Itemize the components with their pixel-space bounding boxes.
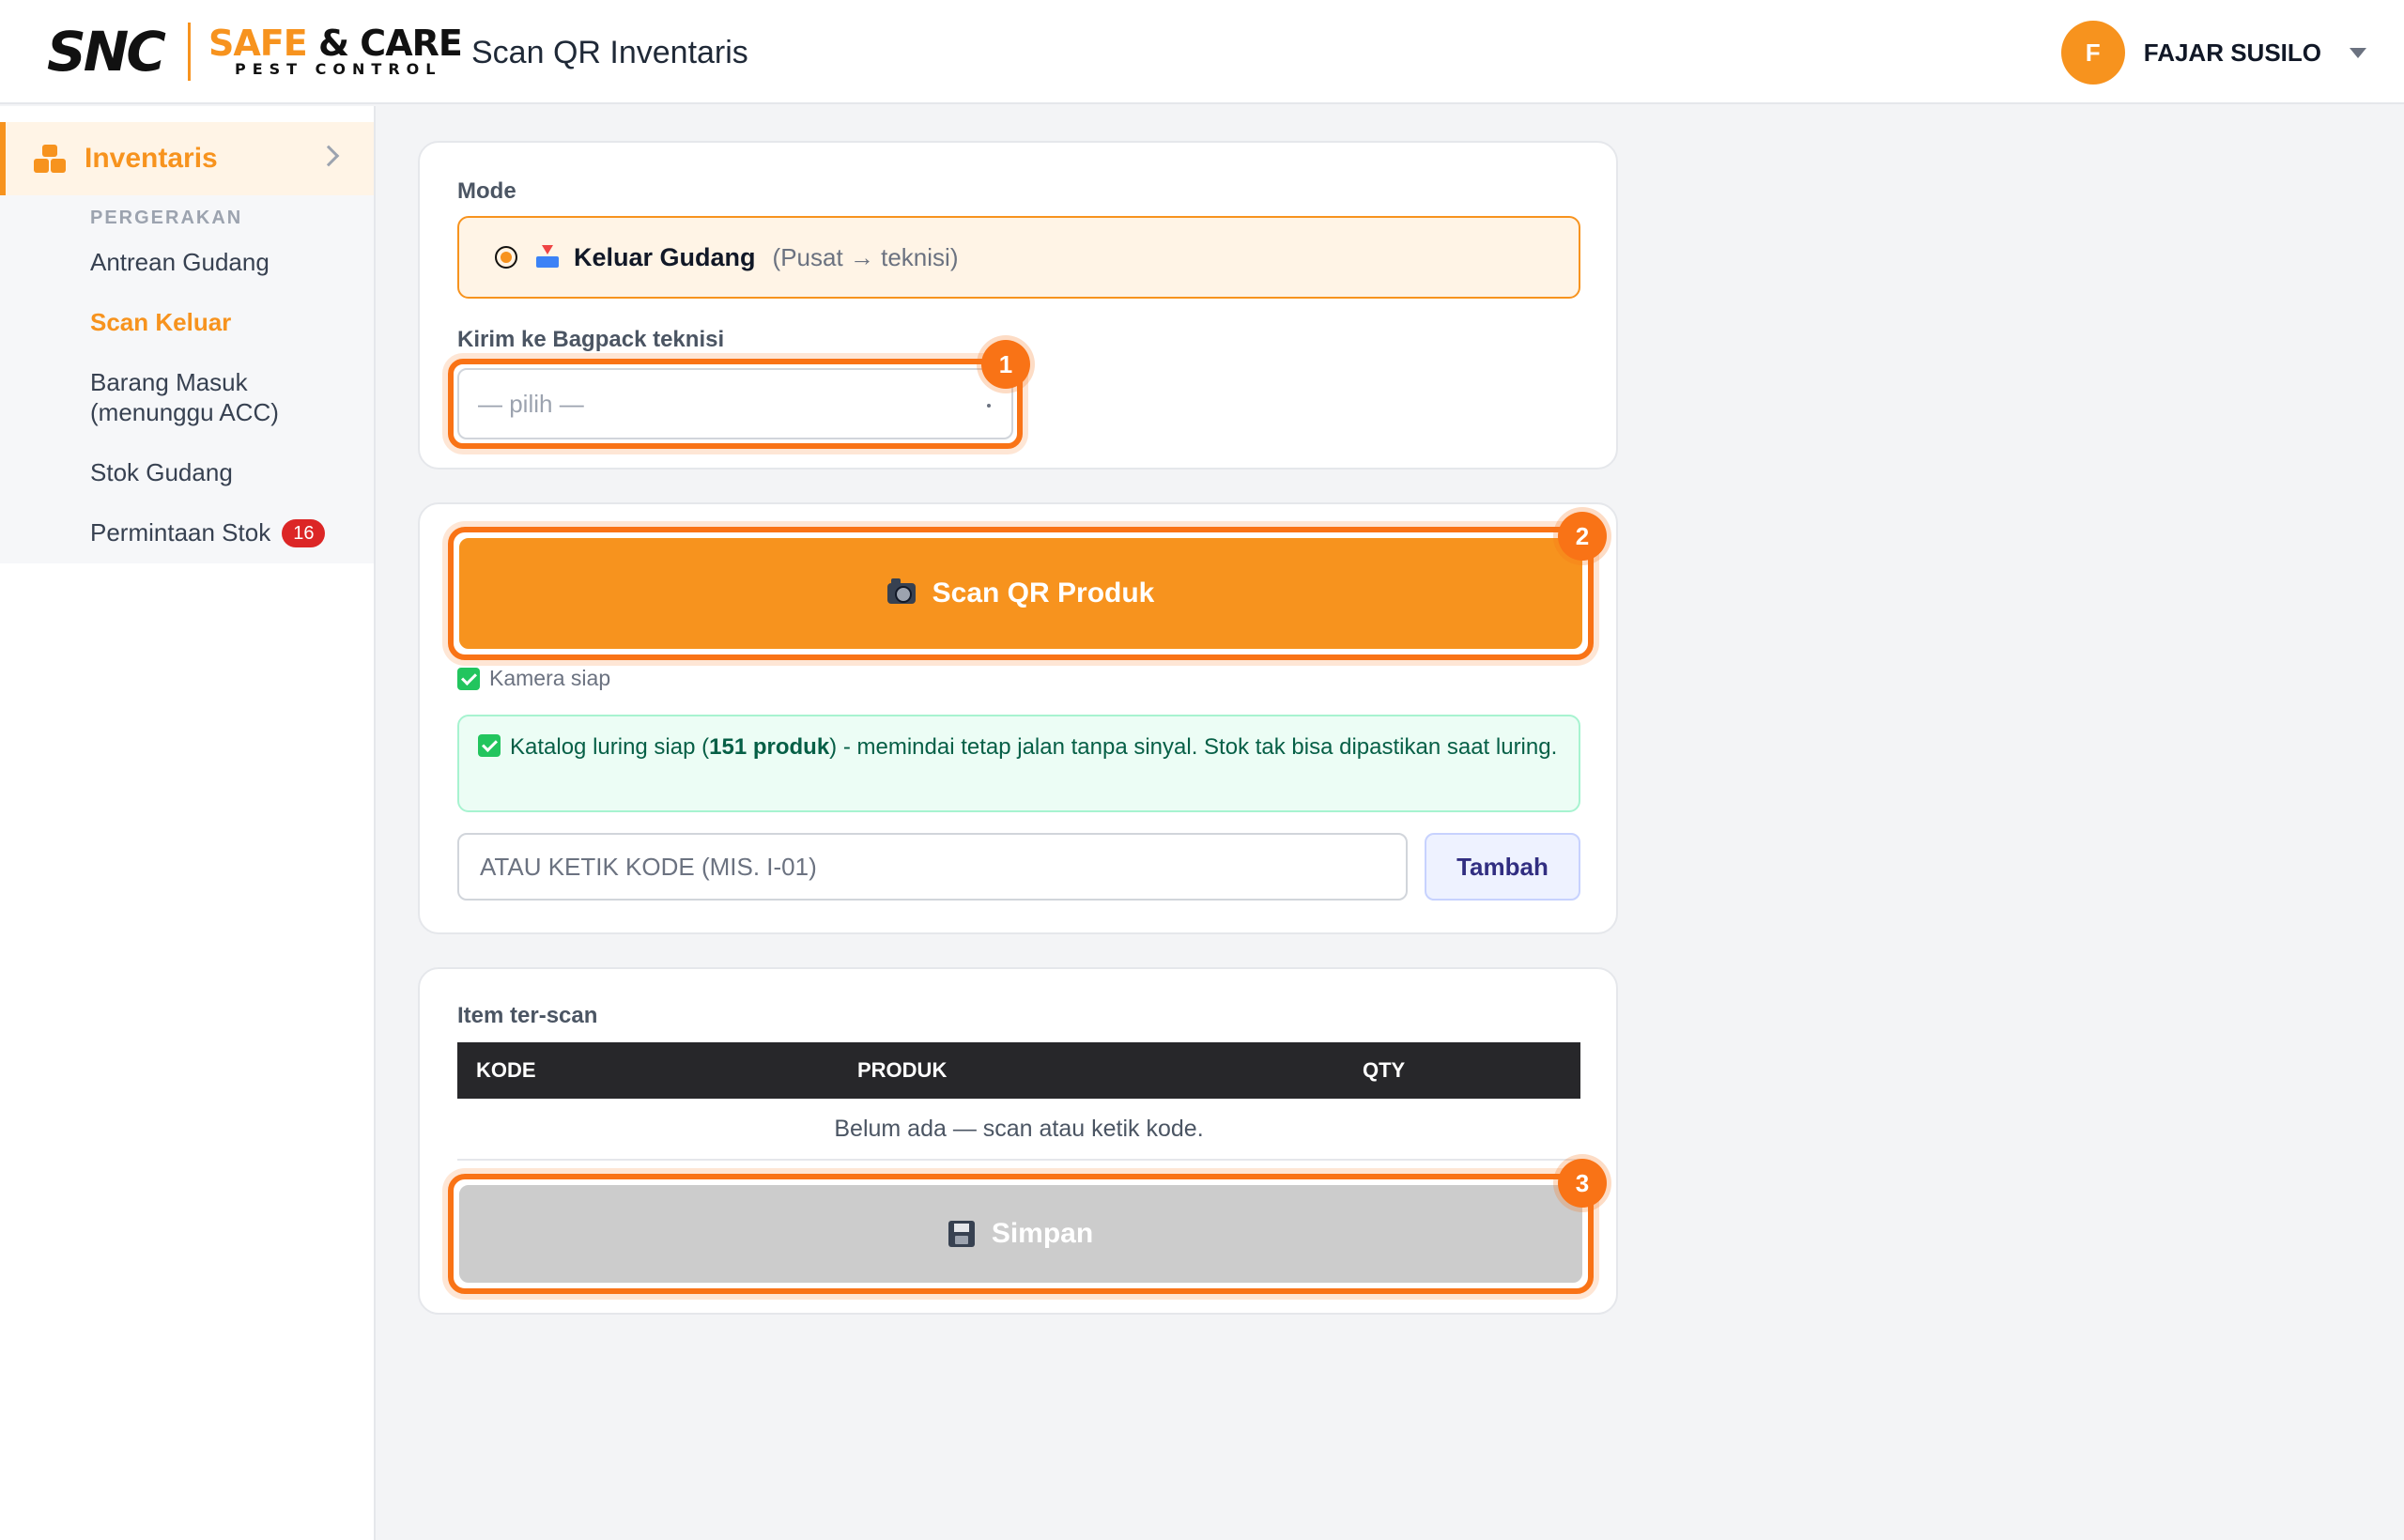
user-menu[interactable]: F FAJAR SUSILO [2060, 21, 2366, 85]
target-label: Kirim ke Bagpack teknisi [457, 327, 725, 352]
mode-subtitle: (Pusat → teknisi) [772, 242, 959, 271]
select-placeholder: — pilih — [478, 389, 584, 418]
avatar[interactable]: F [2060, 21, 2125, 85]
floppy-disk-icon [948, 1221, 975, 1247]
app-header: SNC SAFE & CARE PEST CONTROL Scan QR Inv… [0, 0, 2404, 104]
mode-option-keluar-gudang[interactable]: Keluar Gudang (Pusat → teknisi) [457, 216, 1580, 299]
bagpack-select[interactable]: — pilih — [457, 368, 1013, 439]
user-name[interactable]: FAJAR SUSILO [2144, 38, 2321, 68]
safe-care-logo: SAFE & CARE [208, 23, 463, 64]
save-button[interactable]: Simpan [457, 1183, 1584, 1285]
scan-card: Scan QR Produk 2 Kamera siap Katalog lur… [418, 502, 1618, 934]
offline-suffix: ) - memindai tetap jalan tanpa sinyal. S… [829, 734, 1558, 760]
sidebar-section-label: PERGERAKAN [90, 208, 243, 228]
table-empty-state: Belum ada — scan atau ketik kode. [457, 1099, 1580, 1161]
camera-status: Kamera siap [457, 666, 610, 691]
add-button[interactable]: Tambah [1425, 833, 1580, 901]
outbox-tray-icon [534, 245, 561, 270]
offline-count: 151 produk [709, 734, 830, 760]
code-input-placeholder: ATAU KETIK KODE (MIS. I-01) [480, 852, 817, 881]
camera-icon [886, 578, 916, 604]
sidebar-group-label: Inventaris [85, 143, 218, 174]
offline-catalog-notice: Katalog luring siap (151 produk) - memin… [457, 715, 1580, 812]
logo-pest-text: PEST CONTROL [235, 60, 442, 78]
column-header-kode: KODE [476, 1058, 536, 1082]
camera-status-text: Kamera siap [489, 666, 611, 690]
check-icon [457, 667, 480, 690]
sidebar-item-stok-gudang[interactable]: Stok Gudang [90, 457, 233, 487]
sidebar-item-barang-masuk[interactable]: Barang Masuk (menunggu ACC) [90, 367, 344, 427]
highlight-frame: Scan QR Produk [448, 527, 1594, 660]
column-header-produk: PRODUK [857, 1058, 948, 1082]
logo-divider [188, 23, 191, 81]
logo-safe-text: SAFE [208, 23, 308, 64]
step-marker-3: 3 [1558, 1159, 1607, 1208]
items-title: Item ter-scan [457, 1003, 598, 1028]
scanned-items-card: Item ter-scan KODE PRODUK QTY Belum ada … [418, 967, 1618, 1315]
save-button-label: Simpan [991, 1218, 1094, 1249]
highlight-frame: Simpan [448, 1174, 1594, 1294]
code-input[interactable]: ATAU KETIK KODE (MIS. I-01) [457, 833, 1408, 901]
step-marker-2: 2 [1558, 512, 1607, 561]
select-arrow-icon [987, 404, 991, 408]
chevron-right-icon [317, 145, 340, 167]
boxes-icon [34, 145, 66, 173]
sidebar-item-label: Permintaan Stok [90, 518, 271, 547]
mode-label: Mode [457, 178, 516, 204]
sidebar-item-antrean-gudang[interactable]: Antrean Gudang [90, 247, 270, 277]
sidebar: Inventaris PERGERAKAN Antrean Gudang Sca… [0, 106, 376, 1540]
count-badge: 16 [282, 519, 326, 547]
highlight-frame: — pilih — [448, 359, 1023, 449]
offline-prefix: Katalog luring siap ( [510, 734, 710, 760]
scan-button-label: Scan QR Produk [932, 578, 1155, 608]
radio-selected-icon[interactable] [495, 246, 517, 269]
logo-care-text: & CARE [317, 23, 463, 64]
page-title: Scan QR Inventaris [471, 35, 748, 70]
sidebar-item-scan-keluar[interactable]: Scan Keluar [90, 307, 231, 337]
sidebar-item-permintaan-stok[interactable]: Permintaan Stok 16 [90, 517, 326, 547]
column-header-qty: QTY [1363, 1058, 1406, 1082]
step-marker-1: 1 [981, 340, 1030, 389]
check-icon [478, 734, 501, 757]
scan-qr-button[interactable]: Scan QR Produk [457, 536, 1584, 651]
mode-card: Mode Keluar Gudang (Pusat → teknisi) Kir… [418, 141, 1618, 470]
caret-down-icon[interactable] [2350, 47, 2366, 58]
sidebar-group-inventaris[interactable]: Inventaris [0, 122, 374, 195]
mode-title: Keluar Gudang [574, 242, 756, 271]
snc-logo: SNC [47, 20, 166, 84]
table-header: KODE PRODUK QTY [457, 1042, 1580, 1099]
